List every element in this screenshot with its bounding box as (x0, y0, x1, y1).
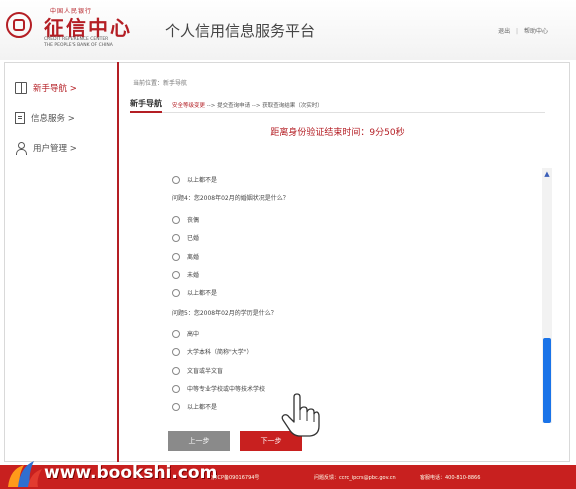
header-link-separator: | (516, 28, 519, 35)
option-prev-none[interactable]: 以上都不是 (172, 175, 217, 184)
document-icon (15, 112, 25, 124)
header-links: 退出 | 帮助中心 (498, 26, 548, 35)
radio-button[interactable] (172, 175, 180, 184)
option-q5-4[interactable]: 中等专业学校或中等技术学校 (172, 384, 265, 393)
footer-hotline: 客服电话：400-810-8866 (420, 475, 481, 481)
breadcrumb: 当前位置：新手导航 (133, 80, 188, 87)
scroll-thumb[interactable] (543, 338, 551, 423)
option-label: 丧偶 (187, 217, 200, 224)
logo-english-line2: THE PEOPLE'S BANK OF CHINA (44, 43, 113, 48)
sidebar-item-label: 信息服务 > (31, 114, 75, 124)
option-label: 文盲或半文盲 (187, 368, 224, 375)
hand-pointer-icon (281, 393, 320, 437)
question-panel: 以上都不是 问题4：您2008年02月的婚姻状况是什么？ 丧偶 已婚 离婚 未婚… (165, 168, 535, 423)
logout-link[interactable]: 退出 (498, 28, 510, 35)
watermark-logo-icon (8, 461, 42, 487)
watermark-text: www.bookshi.com (44, 463, 218, 483)
header: 中国人民银行 征信中心 CREDIT REFERENCE CENTER THE … (0, 0, 576, 60)
book-icon (15, 82, 27, 94)
option-q5-3[interactable]: 文盲或半文盲 (172, 366, 223, 375)
radio-button[interactable] (172, 347, 180, 356)
option-q4-2[interactable]: 已婚 (172, 233, 199, 242)
footer-feedback[interactable]: 问题反馈：ccrc_ipcrs@pbc.gov.cn (314, 474, 396, 481)
question-5-text: 问题5：您2008年02月的学历是什么？ (172, 310, 277, 317)
step-1-label: 安全等级变更 (172, 103, 206, 109)
option-label: 高中 (187, 331, 200, 338)
radio-button[interactable] (172, 366, 180, 375)
option-label: 以上都不是 (187, 404, 218, 411)
step-arrow: --> (205, 103, 218, 109)
previous-step-button[interactable]: 上一步 (168, 431, 230, 451)
user-icon (15, 142, 27, 155)
question-scrollbar[interactable]: ▲ (542, 168, 552, 423)
radio-button[interactable] (172, 270, 180, 279)
radio-button[interactable] (172, 288, 180, 297)
credit-center-logo-icon (6, 12, 32, 38)
option-label: 以上都不是 (187, 290, 218, 297)
radio-button[interactable] (172, 252, 180, 261)
verification-timer: 距离身份验证结束时间：9分50秒 (270, 128, 405, 138)
sidebar-divider (117, 62, 119, 462)
platform-title: 个人信用信息服务平台 (165, 22, 316, 40)
logo-english-line1: CREDIT REFERENCE CENTER (44, 37, 109, 42)
step-indicator: 新手导航 安全等级变更 --> 提交查询申请 --> 获取查询结果（次实时） (130, 99, 545, 113)
scroll-up-arrow-icon[interactable]: ▲ (542, 170, 552, 178)
sidebar-item-user-management[interactable]: 用户管理 > (15, 142, 77, 155)
sidebar-item-beginner-guide[interactable]: 新手导航 > (15, 82, 77, 94)
option-label: 离婚 (187, 254, 200, 261)
sidebar-item-label: 用户管理 > (33, 144, 77, 154)
radio-button[interactable] (172, 233, 180, 242)
option-q4-3[interactable]: 离婚 (172, 252, 199, 261)
footer-icp-number: 京ICP备09016794号 (211, 475, 260, 481)
step-arrow: --> (250, 103, 263, 109)
radio-button[interactable] (172, 215, 180, 224)
option-q4-5[interactable]: 以上都不是 (172, 288, 217, 297)
step-sequence: 安全等级变更 --> 提交查询申请 --> 获取查询结果（次实时） (172, 101, 323, 112)
step-3-label: 获取查询结果（次实时） (262, 103, 323, 109)
option-label: 已婚 (187, 235, 200, 242)
radio-button[interactable] (172, 384, 180, 393)
option-q5-1[interactable]: 高中 (172, 329, 199, 338)
radio-button[interactable] (172, 402, 180, 411)
radio-button[interactable] (172, 329, 180, 338)
sidebar-item-info-service[interactable]: 信息服务 > (15, 112, 75, 124)
help-center-link[interactable]: 帮助中心 (524, 28, 548, 35)
sidebar-item-label: 新手导航 > (33, 84, 77, 94)
option-q4-4[interactable]: 未婚 (172, 270, 199, 279)
option-label: 以上都不是 (187, 177, 218, 184)
step-2-label: 提交查询申请 (217, 103, 251, 109)
step-section-title: 新手导航 (130, 98, 162, 113)
option-label: 大学本科（简称"大学"） (187, 349, 253, 356)
option-q4-1[interactable]: 丧偶 (172, 215, 199, 224)
option-q5-5[interactable]: 以上都不是 (172, 402, 217, 411)
question-4-text: 问题4：您2008年02月的婚姻状况是什么？ (172, 195, 289, 202)
option-label: 未婚 (187, 272, 200, 279)
option-q5-2[interactable]: 大学本科（简称"大学"） (172, 347, 253, 356)
option-label: 中等专业学校或中等技术学校 (187, 386, 266, 393)
